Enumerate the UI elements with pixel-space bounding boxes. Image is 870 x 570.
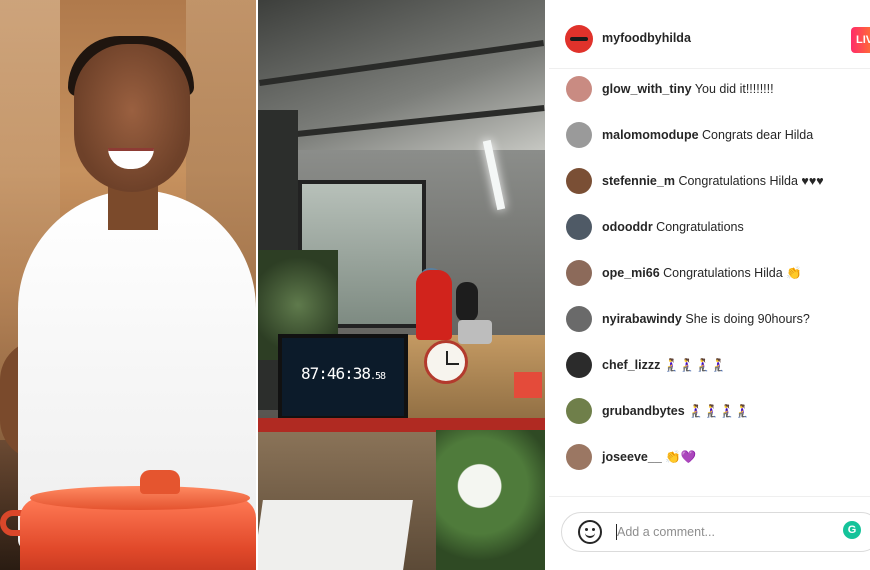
commenter-avatar[interactable] [566,168,592,194]
comment-text: 🧎‍♀️🧎‍♀️🧎‍♀️🧎‍♀️ [663,358,727,372]
comment-item: grubandbytes 🧎‍♀️🧎‍♀️🧎‍♀️🧎‍♀️ [549,390,870,436]
comment-text: Congratulations [656,220,744,234]
commenter-username[interactable]: nyirabawindy [602,312,682,326]
timer-screen: 87:46:38.58 [278,334,408,420]
comment-text: You did it!!!!!!!! [694,82,774,96]
commenter-username[interactable]: malomomodupe [602,128,699,142]
emoji-icon[interactable] [578,520,602,544]
comment-item: glow_with_tiny You did it!!!!!!!! [549,68,870,114]
comment-text: Congrats dear Hilda [702,128,814,142]
commenter-username[interactable]: ope_mi66 [602,266,660,280]
commenter-avatar[interactable] [566,122,592,148]
red-device [514,372,542,398]
pot-knob [140,470,180,494]
assistant-cook [456,282,478,322]
chef-photo [0,0,256,570]
timer-readout: 87:46:38.58 [300,364,386,383]
chef-face [74,44,190,192]
commenter-avatar[interactable] [566,398,592,424]
commenter-username[interactable]: stefennie_m [602,174,675,188]
flower-vase [436,430,545,570]
comment-text: 🧎‍♀️🧎‍♀️🧎‍♀️🧎‍♀️ [688,404,751,418]
commenter-username[interactable]: chef_lizzz [602,358,660,372]
comment-text: Congratulations Hilda 👏 [663,266,802,280]
live-video-frame: 87:46:38.58 [258,0,545,570]
comment-item: ope_mi66 Congratulations Hilda 👏 [549,252,870,298]
live-header: myfoodbyhilda LIV [549,6,870,69]
comment-text: She is doing 90hours? [685,312,810,326]
commenter-username[interactable]: joseeve__ [602,450,662,464]
commenter-avatar[interactable] [566,260,592,286]
steel-pot [458,320,492,344]
commenter-username[interactable]: grubandbytes [602,404,685,418]
commenter-avatar[interactable] [566,214,592,240]
commenter-avatar[interactable] [566,76,592,102]
wall-clock [424,340,468,384]
comment-text: 👏💜 [665,450,697,464]
comment-item: joseeve__ 👏💜 [549,436,870,482]
grammarly-icon[interactable]: G [843,521,861,539]
commenter-avatar[interactable] [566,352,592,378]
comment-input[interactable]: Add a comment... G [561,512,870,552]
account-avatar[interactable] [565,25,593,53]
notepad [258,500,413,570]
comment-item: odooddr Congratulations [549,206,870,252]
instagram-live-panel: myfoodbyhilda LIV glow_with_tiny You did… [549,6,870,566]
commenter-username[interactable]: glow_with_tiny [602,82,692,96]
comment-placeholder[interactable]: Add a comment... [617,525,715,539]
live-badge: LIV [851,27,870,53]
cook-red-shirt [416,270,452,340]
comment-item: nyirabawindy She is doing 90hours? [549,298,870,344]
comment-item: chef_lizzz 🧎‍♀️🧎‍♀️🧎‍♀️🧎‍♀️ [549,344,870,390]
comment-composer: Add a comment... G [549,496,870,566]
commenter-username[interactable]: odooddr [602,220,653,234]
comment-item: stefennie_m Congratulations Hilda ♥♥♥ [549,160,870,206]
commenter-avatar[interactable] [566,444,592,470]
commenter-avatar[interactable] [566,306,592,332]
comment-item: malomomodupe Congrats dear Hilda [549,114,870,160]
comment-text: Congratulations Hilda ♥♥♥ [678,174,824,188]
account-username[interactable]: myfoodbyhilda [602,31,691,45]
ceiling-light [482,139,506,211]
